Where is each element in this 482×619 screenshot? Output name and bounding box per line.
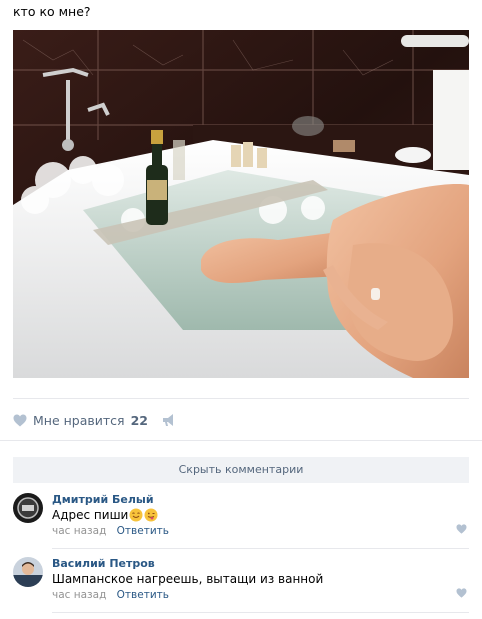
comment-item: Дмитрий Белый Адрес пиши час назад Ответ…: [13, 493, 469, 543]
share-icon[interactable]: [162, 413, 176, 427]
comment-text: Адрес пиши: [52, 508, 158, 522]
divider-bottom: [0, 440, 482, 441]
comment-divider: [52, 612, 469, 613]
avatar-image-icon: [13, 493, 43, 523]
comment-meta: час назад Ответить: [52, 525, 169, 537]
comment-author[interactable]: Дмитрий Белый: [52, 493, 154, 506]
hide-comments-button[interactable]: Скрыть комментарии: [13, 457, 469, 483]
post-actions: Мне нравится 22: [13, 411, 176, 429]
divider-top: [13, 398, 469, 399]
comment-author[interactable]: Василий Петров: [52, 557, 155, 570]
avatar-image-icon: [13, 557, 43, 587]
like-label[interactable]: Мне нравится: [33, 413, 125, 428]
avatar[interactable]: [13, 493, 43, 523]
comment-time[interactable]: час назад: [52, 589, 106, 601]
comment-divider: [52, 548, 469, 549]
reply-button[interactable]: Ответить: [117, 589, 169, 601]
post-photo[interactable]: [13, 30, 469, 378]
avatar[interactable]: [13, 557, 43, 587]
comment-item: Василий Петров Шампанское нагреешь, выта…: [13, 557, 469, 607]
heart-icon[interactable]: [13, 414, 27, 427]
comment-time[interactable]: час назад: [52, 525, 106, 537]
comment-like-heart-icon[interactable]: [456, 588, 467, 598]
comment-like-heart-icon[interactable]: [456, 524, 467, 534]
comment-text: Шампанское нагреешь, вытащи из ванной: [52, 572, 324, 586]
comment-meta: час назад Ответить: [52, 589, 169, 601]
post-text: кто ко мне?: [13, 4, 91, 19]
winking-tongue-emoji-icon: [144, 508, 158, 522]
smiling-face-emoji-icon: [129, 508, 143, 522]
bath-photo-illustration: [13, 30, 469, 378]
comment-text-content: Адрес пиши: [52, 508, 129, 522]
like-count: 22: [130, 412, 148, 428]
reply-button[interactable]: Ответить: [117, 525, 169, 537]
